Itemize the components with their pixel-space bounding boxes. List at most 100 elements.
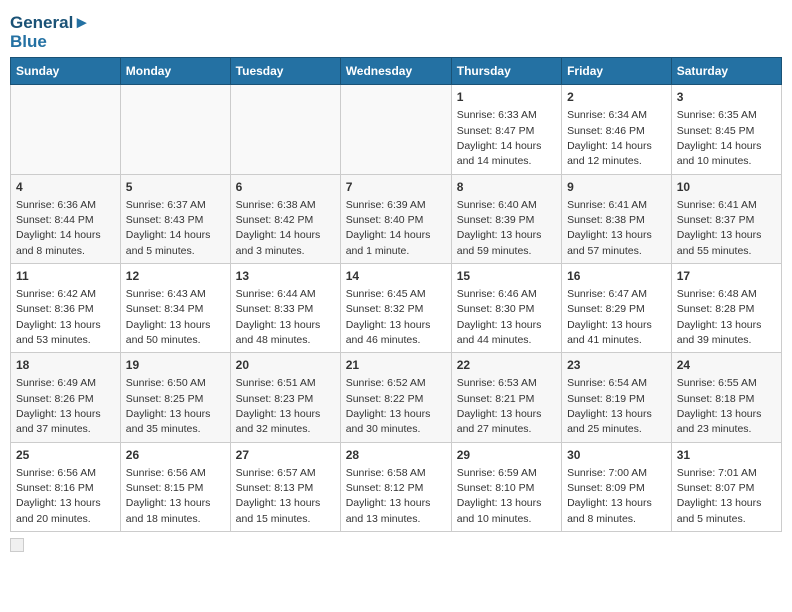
- day-info: Sunrise: 6:50 AM Sunset: 8:25 PM Dayligh…: [126, 377, 211, 435]
- day-number: 20: [236, 357, 335, 374]
- day-header-saturday: Saturday: [671, 58, 781, 85]
- calendar-cell: 27 Sunrise: 6:57 AM Sunset: 8:13 PM Dayli…: [230, 442, 340, 531]
- day-number: 19: [126, 357, 225, 374]
- calendar-cell: 19 Sunrise: 6:50 AM Sunset: 8:25 PM Dayli…: [120, 353, 230, 442]
- calendar-cell: 18Sunrise: 6:49 AM Sunset: 8:26 PM Dayli…: [11, 353, 121, 442]
- calendar-cell: 26 Sunrise: 6:56 AM Sunset: 8:15 PM Dayli…: [120, 442, 230, 531]
- calendar-cell: 6Sunrise: 6:38 AM Sunset: 8:42 PM Daylig…: [230, 174, 340, 263]
- day-info: Sunrise: 6:47 AM Sunset: 8:29 PM Dayligh…: [567, 288, 652, 346]
- day-info: Sunrise: 6:52 AM Sunset: 8:22 PM Dayligh…: [346, 377, 431, 435]
- day-number: 17: [677, 268, 776, 285]
- day-info: Sunrise: 6:55 AM Sunset: 8:18 PM Dayligh…: [677, 377, 762, 435]
- day-info: Sunrise: 6:43 AM Sunset: 8:34 PM Dayligh…: [126, 288, 211, 346]
- day-number: 30: [567, 447, 666, 464]
- day-info: Sunrise: 6:53 AM Sunset: 8:21 PM Dayligh…: [457, 377, 542, 435]
- day-number: 8: [457, 179, 556, 196]
- calendar-cell: [340, 85, 451, 174]
- day-number: 2: [567, 89, 666, 106]
- day-number: 26: [126, 447, 225, 464]
- logo: General► Blue: [10, 14, 90, 51]
- day-info: Sunrise: 6:41 AM Sunset: 8:37 PM Dayligh…: [677, 199, 762, 257]
- calendar-cell: 17 Sunrise: 6:48 AM Sunset: 8:28 PM Dayli…: [671, 264, 781, 353]
- calendar-cell: 20 Sunrise: 6:51 AM Sunset: 8:23 PM Dayli…: [230, 353, 340, 442]
- day-info: Sunrise: 6:51 AM Sunset: 8:23 PM Dayligh…: [236, 377, 321, 435]
- day-number: 24: [677, 357, 776, 374]
- day-number: 12: [126, 268, 225, 285]
- day-number: 27: [236, 447, 335, 464]
- day-info: Sunrise: 6:34 AM Sunset: 8:46 PM Dayligh…: [567, 109, 652, 167]
- page-header: General► Blue: [10, 10, 782, 51]
- calendar-week-row: 4Sunrise: 6:36 AM Sunset: 8:44 PM Daylig…: [11, 174, 782, 263]
- day-number: 16: [567, 268, 666, 285]
- day-header-friday: Friday: [562, 58, 672, 85]
- day-info: Sunrise: 6:40 AM Sunset: 8:39 PM Dayligh…: [457, 199, 542, 257]
- legend-box: [10, 538, 24, 552]
- calendar-cell: 1 Sunrise: 6:33 AM Sunset: 8:47 PM Daylig…: [451, 85, 561, 174]
- day-number: 29: [457, 447, 556, 464]
- calendar-cell: 21Sunrise: 6:52 AM Sunset: 8:22 PM Dayli…: [340, 353, 451, 442]
- day-info: Sunrise: 6:39 AM Sunset: 8:40 PM Dayligh…: [346, 199, 431, 257]
- day-info: Sunrise: 6:44 AM Sunset: 8:33 PM Dayligh…: [236, 288, 321, 346]
- day-number: 1: [457, 89, 556, 106]
- day-info: Sunrise: 6:56 AM Sunset: 8:16 PM Dayligh…: [16, 467, 101, 525]
- day-number: 7: [346, 179, 446, 196]
- calendar-cell: 22 Sunrise: 6:53 AM Sunset: 8:21 PM Dayli…: [451, 353, 561, 442]
- day-info: Sunrise: 6:54 AM Sunset: 8:19 PM Dayligh…: [567, 377, 652, 435]
- day-info: Sunrise: 6:42 AM Sunset: 8:36 PM Dayligh…: [16, 288, 101, 346]
- day-number: 28: [346, 447, 446, 464]
- calendar-cell: 5Sunrise: 6:37 AM Sunset: 8:43 PM Daylig…: [120, 174, 230, 263]
- calendar-cell: 16 Sunrise: 6:47 AM Sunset: 8:29 PM Dayli…: [562, 264, 672, 353]
- calendar-cell: [230, 85, 340, 174]
- day-number: 23: [567, 357, 666, 374]
- calendar-cell: 14 Sunrise: 6:45 AM Sunset: 8:32 PM Dayli…: [340, 264, 451, 353]
- day-header-thursday: Thursday: [451, 58, 561, 85]
- day-number: 31: [677, 447, 776, 464]
- calendar-week-row: 25Sunrise: 6:56 AM Sunset: 8:16 PM Dayli…: [11, 442, 782, 531]
- day-header-monday: Monday: [120, 58, 230, 85]
- calendar-cell: 11 Sunrise: 6:42 AM Sunset: 8:36 PM Dayli…: [11, 264, 121, 353]
- day-number: 22: [457, 357, 556, 374]
- calendar-week-row: 1 Sunrise: 6:33 AM Sunset: 8:47 PM Daylig…: [11, 85, 782, 174]
- day-number: 9: [567, 179, 666, 196]
- day-info: Sunrise: 6:59 AM Sunset: 8:10 PM Dayligh…: [457, 467, 542, 525]
- day-info: Sunrise: 6:33 AM Sunset: 8:47 PM Dayligh…: [457, 109, 542, 167]
- calendar-week-row: 11 Sunrise: 6:42 AM Sunset: 8:36 PM Dayli…: [11, 264, 782, 353]
- calendar-cell: 8 Sunrise: 6:40 AM Sunset: 8:39 PM Daylig…: [451, 174, 561, 263]
- day-number: 10: [677, 179, 776, 196]
- calendar-cell: 15Sunrise: 6:46 AM Sunset: 8:30 PM Dayli…: [451, 264, 561, 353]
- day-info: Sunrise: 6:41 AM Sunset: 8:38 PM Dayligh…: [567, 199, 652, 257]
- day-info: Sunrise: 6:46 AM Sunset: 8:30 PM Dayligh…: [457, 288, 542, 346]
- day-number: 14: [346, 268, 446, 285]
- day-info: Sunrise: 6:58 AM Sunset: 8:12 PM Dayligh…: [346, 467, 431, 525]
- day-number: 3: [677, 89, 776, 106]
- calendar-cell: 25Sunrise: 6:56 AM Sunset: 8:16 PM Dayli…: [11, 442, 121, 531]
- day-number: 6: [236, 179, 335, 196]
- calendar-cell: 9 Sunrise: 6:41 AM Sunset: 8:38 PM Daylig…: [562, 174, 672, 263]
- day-info: Sunrise: 6:56 AM Sunset: 8:15 PM Dayligh…: [126, 467, 211, 525]
- day-number: 11: [16, 268, 115, 285]
- day-info: Sunrise: 6:36 AM Sunset: 8:44 PM Dayligh…: [16, 199, 101, 257]
- calendar-cell: 7 Sunrise: 6:39 AM Sunset: 8:40 PM Daylig…: [340, 174, 451, 263]
- day-info: Sunrise: 6:45 AM Sunset: 8:32 PM Dayligh…: [346, 288, 431, 346]
- day-info: Sunrise: 6:57 AM Sunset: 8:13 PM Dayligh…: [236, 467, 321, 525]
- calendar-cell: 31 Sunrise: 7:01 AM Sunset: 8:07 PM Dayli…: [671, 442, 781, 531]
- day-number: 5: [126, 179, 225, 196]
- calendar-cell: 2 Sunrise: 6:34 AM Sunset: 8:46 PM Daylig…: [562, 85, 672, 174]
- day-header-tuesday: Tuesday: [230, 58, 340, 85]
- calendar-cell: 3Sunrise: 6:35 AM Sunset: 8:45 PM Daylig…: [671, 85, 781, 174]
- calendar-cell: 30 Sunrise: 7:00 AM Sunset: 8:09 PM Dayli…: [562, 442, 672, 531]
- day-info: Sunrise: 7:00 AM Sunset: 8:09 PM Dayligh…: [567, 467, 652, 525]
- calendar-cell: 4Sunrise: 6:36 AM Sunset: 8:44 PM Daylig…: [11, 174, 121, 263]
- calendar-cell: 13Sunrise: 6:44 AM Sunset: 8:33 PM Dayli…: [230, 264, 340, 353]
- calendar-cell: [11, 85, 121, 174]
- calendar-cell: 28 Sunrise: 6:58 AM Sunset: 8:12 PM Dayli…: [340, 442, 451, 531]
- calendar-cell: [120, 85, 230, 174]
- calendar-cell: 29 Sunrise: 6:59 AM Sunset: 8:10 PM Dayli…: [451, 442, 561, 531]
- day-number: 18: [16, 357, 115, 374]
- legend: [10, 538, 782, 552]
- day-info: Sunrise: 7:01 AM Sunset: 8:07 PM Dayligh…: [677, 467, 762, 525]
- day-info: Sunrise: 6:48 AM Sunset: 8:28 PM Dayligh…: [677, 288, 762, 346]
- calendar-cell: 24 Sunrise: 6:55 AM Sunset: 8:18 PM Dayli…: [671, 353, 781, 442]
- calendar-table: SundayMondayTuesdayWednesdayThursdayFrid…: [10, 57, 782, 532]
- day-header-wednesday: Wednesday: [340, 58, 451, 85]
